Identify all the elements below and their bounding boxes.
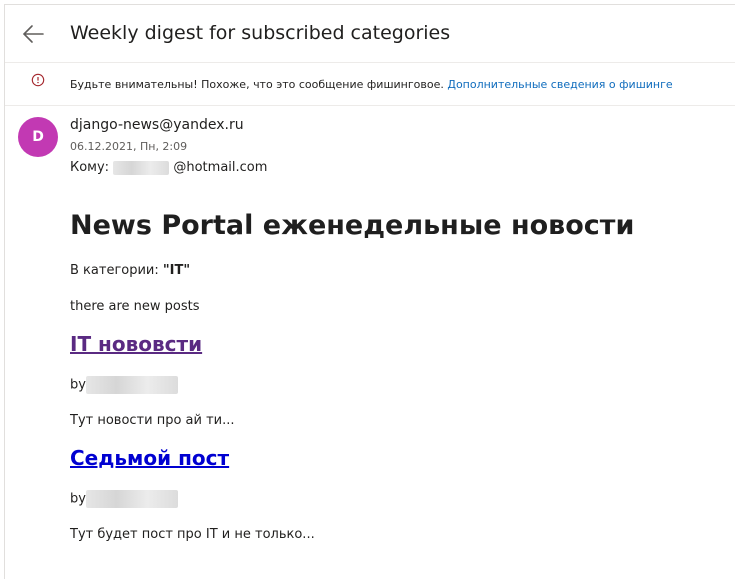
post-author: by [70,490,634,508]
redacted-author [85,376,178,394]
email-body: News Portal еженедельные новости В катег… [70,210,634,542]
email-reading-pane: Weekly digest for subscribed categories … [4,4,735,579]
intro-text: there are new posts [70,299,200,314]
post-excerpt: Тут новости про ай ти... [70,413,235,428]
warning-icon [31,73,45,87]
phishing-warning-text: Будьте внимательны! Похоже, что это сооб… [70,78,673,91]
email-subject: Weekly digest for subscribed categories [70,22,451,44]
to-label: Кому: [70,160,110,175]
redacted-recipient [113,160,170,175]
category-line: В категории: "IT" [70,263,634,278]
post-title-link[interactable]: IT нововсти [70,332,202,356]
recipient-domain: @hotmail.com [173,160,268,175]
sent-date: 06.12.2021, Пн, 2:09 [70,140,188,153]
phishing-warning-bar: Будьте внимательны! Похоже, что это сооб… [5,63,735,106]
phishing-warning-message: Будьте внимательны! Похоже, что это сооб… [70,78,444,91]
post-excerpt: Тут будет пост про IT и не только... [70,527,315,542]
back-arrow-icon [22,25,44,43]
category-prefix: В категории: [70,263,163,278]
sender-avatar[interactable]: D [18,117,58,157]
phishing-info-link[interactable]: Дополнительные сведения о фишинге [447,78,672,91]
post-title-link[interactable]: Седьмой пост [70,446,229,470]
by-label: by [70,377,86,393]
recipient-line: Кому: @hotmail.com [70,160,267,175]
back-button[interactable] [19,19,49,49]
digest-heading: News Portal еженедельные новости [70,210,635,241]
category-name: "IT" [162,263,191,278]
post-author: by [70,376,634,394]
sender-address[interactable]: django-news@yandex.ru [70,117,244,133]
redacted-author [85,490,178,508]
email-header: Weekly digest for subscribed categories [5,5,735,63]
by-label: by [70,491,86,507]
